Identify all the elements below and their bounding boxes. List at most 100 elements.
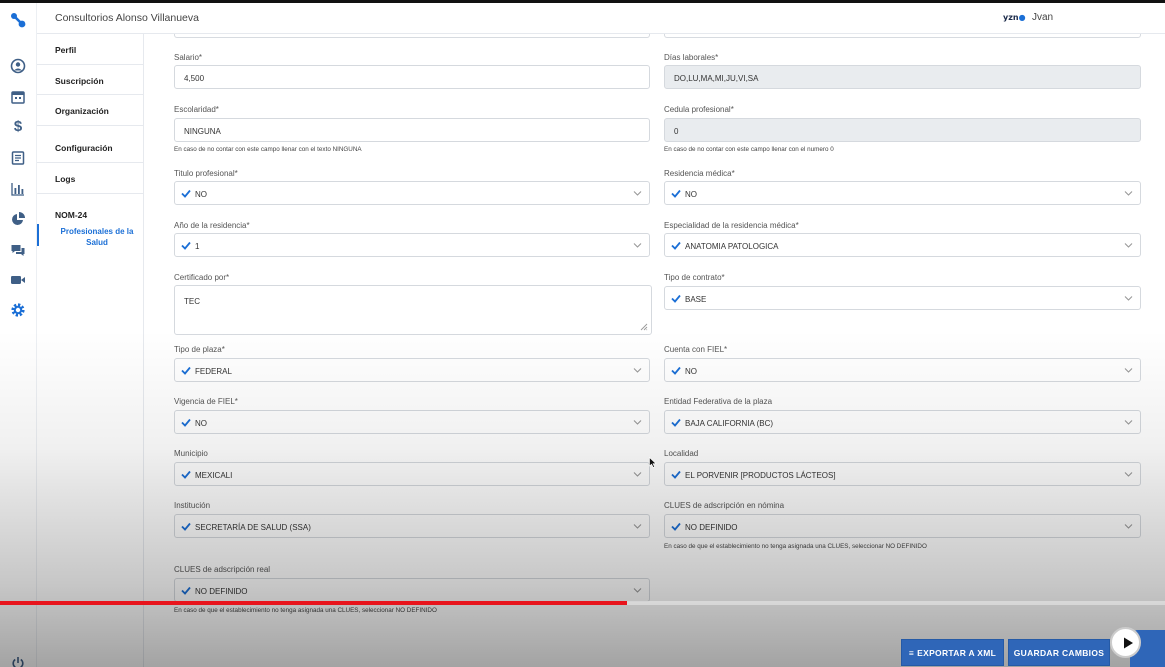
- vigencia-fiel-label: Vigencia de FIEL*: [174, 397, 238, 406]
- municipio-select[interactable]: MEXICALI: [174, 462, 650, 486]
- chevron-down-icon: [633, 242, 642, 249]
- clues-nomina-hint: En caso de que el establecimiento no ten…: [664, 543, 927, 550]
- localidad-label: Localidad: [664, 449, 699, 458]
- check-icon: [181, 522, 191, 531]
- institucion-select[interactable]: SECRETARÍA DE SALUD (SSA): [174, 514, 650, 538]
- chevron-down-icon: [633, 190, 642, 197]
- logo-icon[interactable]: [9, 11, 27, 29]
- document-icon[interactable]: [10, 150, 26, 166]
- active-indicator: [37, 224, 39, 246]
- entidad-label: Entidad Federativa de la plaza: [664, 397, 773, 406]
- form-content: Salario* 4,500 Días laborales* DO,LU,MA,…: [144, 34, 1165, 667]
- settings-nav: Perfil Suscripción Organización Configur…: [37, 34, 144, 667]
- cedula-label: Cedula profesional*: [664, 105, 734, 114]
- check-icon: [181, 586, 191, 595]
- check-icon: [671, 366, 681, 375]
- nav-item-organizacion[interactable]: Organización: [55, 106, 109, 116]
- app-title: Consultorios Alonso Villanueva: [55, 12, 199, 24]
- check-icon: [671, 418, 681, 427]
- list-icon: ≡: [908, 648, 915, 658]
- salario-input[interactable]: 4,500: [174, 65, 650, 89]
- nav-divider: [37, 193, 144, 194]
- certificado-label: Certificado por*: [174, 273, 230, 282]
- clues-real-hint: En caso de que el establecimiento no ten…: [174, 607, 437, 614]
- municipio-label: Municipio: [174, 449, 208, 458]
- video-icon[interactable]: [10, 272, 26, 288]
- tipo-contrato-label: Tipo de contrato*: [664, 273, 725, 282]
- chevron-down-icon: [1124, 419, 1133, 426]
- check-icon: [181, 418, 191, 427]
- nav-item-suscripcion[interactable]: Suscripción: [55, 76, 104, 86]
- localidad-select[interactable]: EL PORVENIR [PRODUCTOS LÁCTEOS]: [664, 462, 1141, 486]
- chat-icon[interactable]: [10, 242, 26, 258]
- vigencia-fiel-select[interactable]: NO: [174, 410, 650, 434]
- nav-item-configuracion[interactable]: Configuración: [55, 143, 113, 153]
- icon-rail: $: [0, 3, 37, 667]
- check-icon: [181, 470, 191, 479]
- check-icon: [671, 241, 681, 250]
- previous-field-bottom: [664, 34, 1141, 38]
- chevron-down-icon: [633, 471, 642, 478]
- resize-handle-icon[interactable]: [640, 323, 648, 331]
- tipo-contrato-select[interactable]: BASE: [664, 286, 1141, 310]
- escolaridad-input[interactable]: NINGUNA: [174, 118, 650, 142]
- chevron-down-icon: [633, 587, 642, 594]
- check-icon: [671, 522, 681, 531]
- especialidad-select[interactable]: ANATOMIA PATOLOGICA: [664, 233, 1141, 257]
- dias-laborales-label: Días laborales*: [664, 53, 719, 62]
- clues-nomina-select[interactable]: NO DEFINIDO: [664, 514, 1141, 538]
- power-icon[interactable]: [11, 656, 25, 667]
- bar-chart-icon[interactable]: [10, 181, 26, 197]
- certificado-textarea[interactable]: TEC: [174, 285, 652, 335]
- previous-field-bottom: [174, 34, 650, 38]
- chevron-down-icon: [1124, 367, 1133, 374]
- institucion-label: Institución: [174, 501, 211, 510]
- gear-icon[interactable]: [10, 302, 26, 318]
- dollar-icon[interactable]: $: [10, 119, 26, 135]
- cuenta-fiel-select[interactable]: NO: [664, 358, 1141, 382]
- nav-item-logs[interactable]: Logs: [55, 174, 75, 184]
- clues-real-label: CLUES de adscripción real: [174, 565, 271, 574]
- check-icon: [671, 294, 681, 303]
- chart-pie-icon[interactable]: [10, 211, 26, 227]
- nav-item-nom24[interactable]: NOM-24: [55, 210, 87, 220]
- calendar-icon[interactable]: [10, 89, 26, 105]
- user-logo[interactable]: yzn●: [1003, 13, 1026, 22]
- tipo-plaza-select[interactable]: FEDERAL: [174, 358, 650, 382]
- export-xml-button[interactable]: ≡ EXPORTAR A XML: [901, 639, 1004, 666]
- check-icon: [181, 241, 191, 250]
- anio-residencia-label: Año de la residencia*: [174, 221, 250, 230]
- entidad-select[interactable]: BAJA CALIFORNIA (BC): [664, 410, 1141, 434]
- escolaridad-label: Escolaridad*: [174, 105, 219, 114]
- chevron-down-icon: [1124, 471, 1133, 478]
- nav-subitem-profesionales[interactable]: Profesionales de la Salud: [51, 226, 143, 248]
- chevron-down-icon: [1124, 190, 1133, 197]
- user-name[interactable]: Jvan: [1032, 12, 1053, 23]
- titulo-label: Titulo profesional*: [174, 169, 238, 178]
- cedula-hint: En caso de no contar con este campo llen…: [664, 146, 834, 153]
- dias-laborales-field: DO,LU,MA,MI,JU,VI,SA: [664, 65, 1141, 89]
- video-progress-bar[interactable]: [0, 601, 1165, 605]
- check-icon: [671, 470, 681, 479]
- chevron-down-icon: [1124, 295, 1133, 302]
- chevron-down-icon: [633, 367, 642, 374]
- anio-residencia-select[interactable]: 1: [174, 233, 650, 257]
- save-changes-button[interactable]: GUARDAR CAMBIOS: [1008, 639, 1110, 666]
- mouse-cursor-icon: [649, 457, 657, 468]
- nav-divider: [37, 162, 144, 163]
- especialidad-label: Especialidad de la residencia médica*: [664, 221, 799, 230]
- play-icon: [1124, 637, 1133, 649]
- nav-item-perfil[interactable]: Perfil: [55, 45, 76, 55]
- video-progress-fill: [0, 601, 627, 605]
- titulo-select[interactable]: NO: [174, 181, 650, 205]
- user-circle-icon[interactable]: [10, 58, 26, 74]
- chevron-down-icon: [1124, 523, 1133, 530]
- cuenta-fiel-label: Cuenta con FIEL*: [664, 345, 728, 354]
- clues-real-select[interactable]: NO DEFINIDO: [174, 578, 650, 602]
- residencia-select[interactable]: NO: [664, 181, 1141, 205]
- top-header: Consultorios Alonso Villanueva yzn● Jvan: [37, 3, 1165, 34]
- play-button[interactable]: [1110, 627, 1141, 658]
- check-icon: [671, 189, 681, 198]
- chevron-down-icon: [1124, 242, 1133, 249]
- nav-divider: [37, 125, 144, 126]
